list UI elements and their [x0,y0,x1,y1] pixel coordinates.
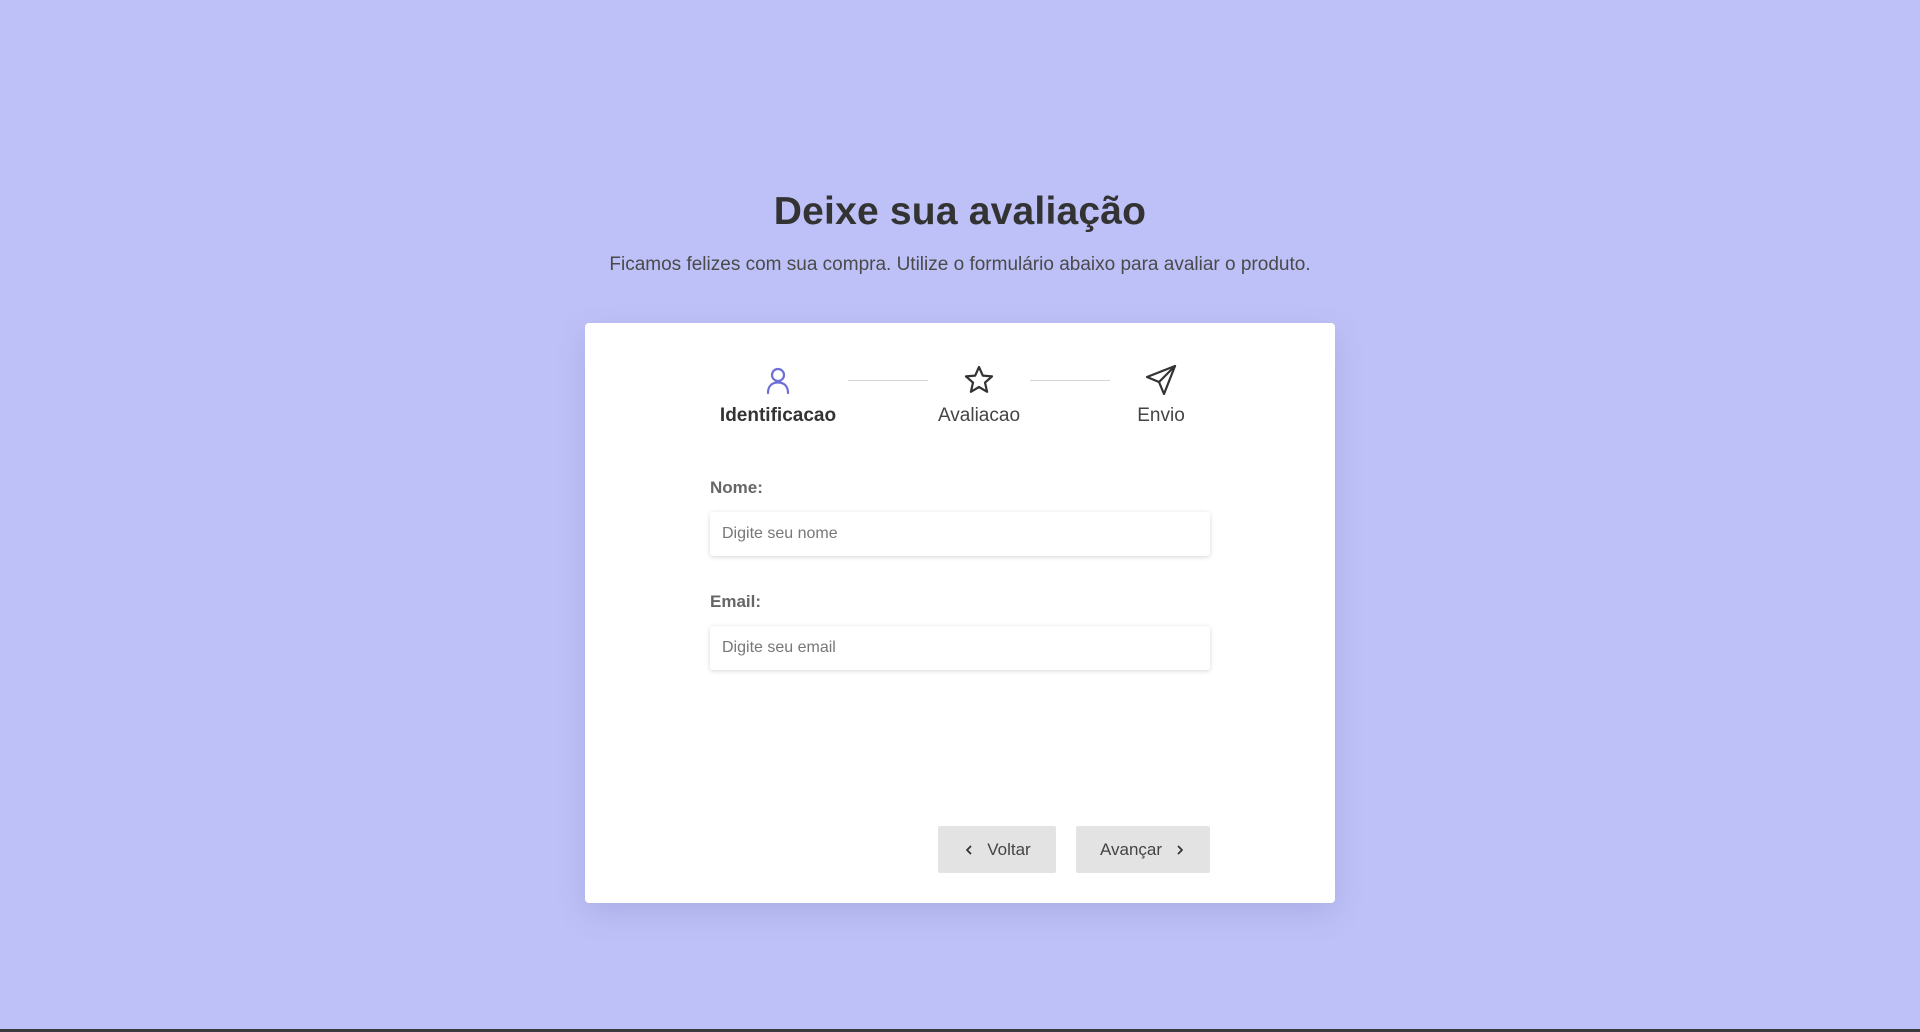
send-icon [1145,364,1177,396]
step-label: Envio [1137,405,1185,426]
next-button-label: Avançar [1099,839,1163,859]
step-label: Identificacao [719,405,837,426]
star-icon [964,365,994,393]
review-form-card: Identificacao Avaliacao Envio Nome: Emai… [585,323,1335,903]
stepper: Identificacao Avaliacao Envio [585,363,1335,443]
name-label: Nome: [710,478,763,497]
user-icon [766,367,790,395]
page-header: Deixe sua avaliação Ficamos felizes com … [0,190,1920,276]
chevron-left-icon [966,845,972,854]
back-button[interactable]: Voltar [938,826,1056,873]
name-input[interactable] [710,512,1210,556]
step-envio: Envio [1081,363,1241,427]
email-group: Email: [710,592,1210,670]
form-actions: Voltar Avançar [938,826,1210,873]
next-button[interactable]: Avançar [1076,826,1210,873]
identification-form: Nome: Email: [710,478,1210,706]
page-title: Deixe sua avaliação [773,190,1147,233]
name-group: Nome: [710,478,1210,556]
email-input[interactable] [710,626,1210,670]
page-subtitle: Ficamos felizes com sua compra. Utilize … [609,254,1311,275]
back-button-label: Voltar [987,839,1031,859]
chevron-right-icon [1177,845,1183,854]
step-avaliacao: Avaliacao [899,363,1059,427]
step-identificacao: Identificacao [698,363,858,427]
step-label: Avaliacao [937,405,1021,426]
email-label: Email: [710,592,762,611]
